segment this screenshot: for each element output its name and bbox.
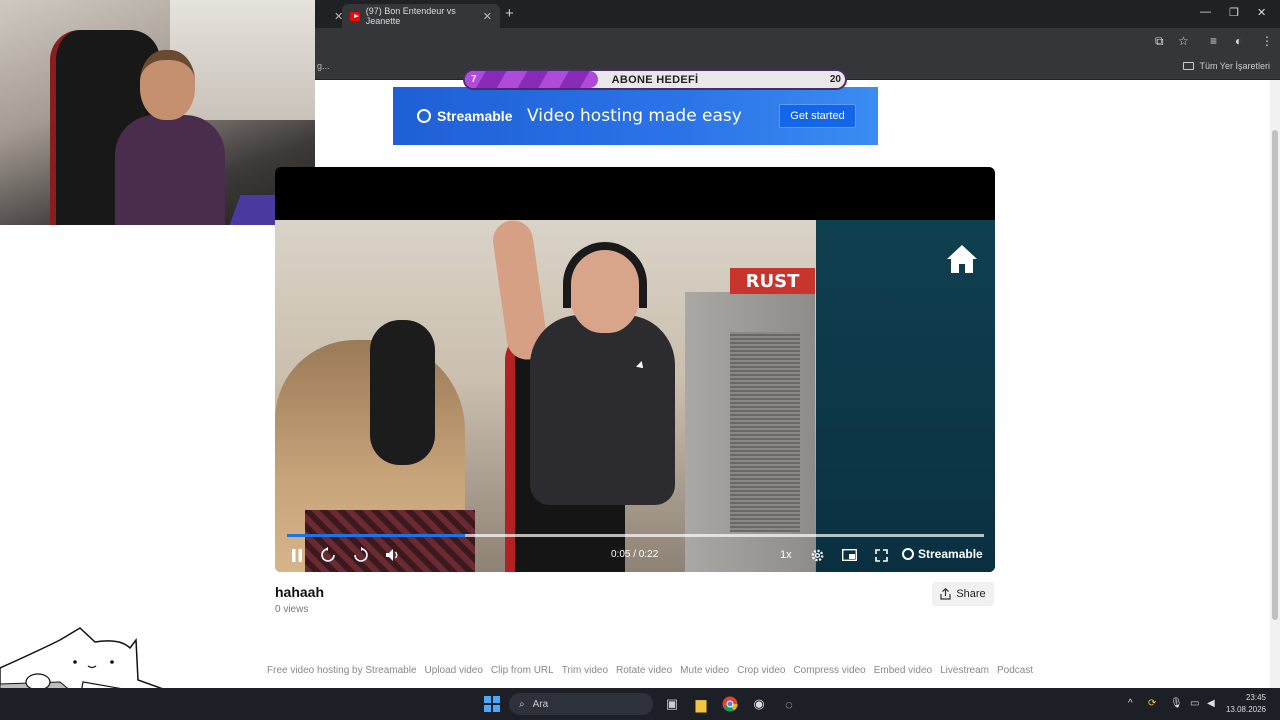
goal-target-value: 20 [829,74,841,85]
tab-title: (97) Bon Entendeur vs Jeanette [365,6,456,26]
footer-link[interactable]: Trim video [562,665,608,676]
new-tab-button[interactable]: + [505,5,514,22]
footer-link[interactable]: Livestream [940,665,989,676]
youtube-icon [350,11,360,21]
goal-title: ABONE HEDEFİ [611,74,699,86]
brand-label: Streamable [918,547,983,561]
menu-icon[interactable]: ⋮ [1261,34,1273,48]
app-icon[interactable]: ◌ [780,694,798,714]
video-views: 0 views [275,604,309,615]
tab-youtube[interactable]: (97) Bon Entendeur vs Jeanette ✕ [342,4,500,28]
close-tab-icon[interactable]: ✕ [483,10,492,23]
man-body [530,315,675,505]
streamable-logo-icon [417,109,431,123]
window-close-icon[interactable]: ✕ [1257,6,1266,19]
pip-icon [841,549,857,561]
share-icon [940,588,951,600]
start-button[interactable] [483,694,501,714]
bookmark-item[interactable]: g... [317,61,330,71]
footer-link[interactable]: Free video hosting by Streamable [267,665,417,676]
chrome-icon[interactable] [721,694,739,714]
streamable-brand-link[interactable]: Streamable [902,547,983,561]
settings-button[interactable] [809,545,825,565]
rewind-button[interactable] [319,545,337,565]
pc-mesh [730,332,800,532]
playback-speed-button[interactable]: 1x [780,549,792,561]
home-icon [947,245,977,273]
search-placeholder: Ara [532,698,549,710]
streamable-logo-icon [902,548,914,560]
video-player[interactable]: RUST 0:05 / 0:22 1x Streamable [275,167,995,572]
volume-button[interactable] [384,545,402,565]
share-button[interactable]: Share [932,582,994,606]
ad-logo: Streamable [417,108,512,124]
rust-sign: RUST [730,268,815,294]
streamer-body [115,115,225,225]
windows-logo-icon [484,696,500,712]
obs-icon[interactable]: ◉ [750,694,768,714]
streamer [105,50,225,225]
clock-date: 13.08.2026 [1225,705,1266,714]
screen: ✕ (97) Bon Entendeur vs Jeanette ✕ + — ❐… [0,0,1280,720]
footer-link[interactable]: Clip from URL [491,665,554,676]
ad-logo-text: Streamable [437,108,513,124]
all-bookmarks[interactable]: Tüm Yer İşaretleri [1183,61,1270,71]
video-time: 0:05 / 0:22 [611,549,659,560]
subscriber-goal-bar: 7 ABONE HEDEFİ 20 [463,69,847,90]
microphone-icon[interactable]: 🎙 [1170,698,1183,709]
search-icon: ⌕ [519,698,525,710]
video-frame[interactable]: RUST [275,217,995,572]
footer-link[interactable]: Embed video [874,665,932,676]
streamable-ad-banner[interactable]: Streamable Video hosting made easy Get s… [393,87,878,145]
scrollbar-thumb[interactable] [1272,130,1278,620]
pc-case [685,292,815,572]
pause-icon [292,548,302,562]
footer-links: Free video hosting by Streamable Upload … [267,665,1033,676]
gear-icon [811,549,823,561]
video-progress-fill [287,534,465,537]
sync-icon[interactable]: ⟳ [1148,698,1156,709]
footer-link[interactable]: Crop video [737,665,785,676]
taskbar-clock[interactable]: 23:45 13.08.2026 [1226,692,1266,716]
chrome-logo [722,696,738,712]
video-progress-bar[interactable] [287,534,984,537]
pause-button[interactable] [289,545,305,565]
clock-time: 23:45 [1245,693,1266,702]
speaker-icon[interactable]: ◀ [1207,698,1215,709]
rewind-icon [321,547,335,562]
get-started-button[interactable]: Get started [779,104,856,128]
media-icon[interactable]: ≡ [1210,34,1217,48]
video-title: hahaah [275,584,325,600]
task-view-icon[interactable]: ▣ [663,694,681,714]
fullscreen-icon [874,548,888,562]
chevron-up-icon[interactable]: ^ [1128,698,1133,709]
network-icon[interactable]: ▭ [1190,698,1199,709]
profile-icon[interactable]: ◐ [1235,34,1242,48]
forward-icon [354,547,368,562]
volume-icon [386,549,398,561]
webcam-overlay [0,0,315,225]
fullscreen-button[interactable] [873,545,889,565]
translate-icon[interactable]: ⧉ [1155,34,1164,49]
footer-link[interactable]: Upload video [425,665,483,676]
all-bookmarks-label: Tüm Yer İşaretleri [1199,61,1270,71]
pip-button[interactable] [841,545,857,565]
taskbar-search[interactable]: ⌕ Ara [509,693,653,715]
woman-headphones [370,320,435,465]
minimize-icon[interactable]: — [1200,6,1211,18]
share-label: Share [956,588,986,600]
footer-link[interactable]: Rotate video [616,665,672,676]
footer-link[interactable]: Compress video [793,665,865,676]
maximize-icon[interactable]: ❐ [1229,6,1239,19]
ad-tagline: Video hosting made easy [527,106,742,126]
folder-icon [1183,62,1195,70]
file-explorer-icon[interactable]: ▆ [692,694,710,714]
star-icon[interactable]: ☆ [1178,34,1189,48]
footer-link[interactable]: Podcast [997,665,1033,676]
streamer-head [140,50,195,120]
footer-link[interactable]: Mute video [680,665,729,676]
forward-button[interactable] [352,545,370,565]
